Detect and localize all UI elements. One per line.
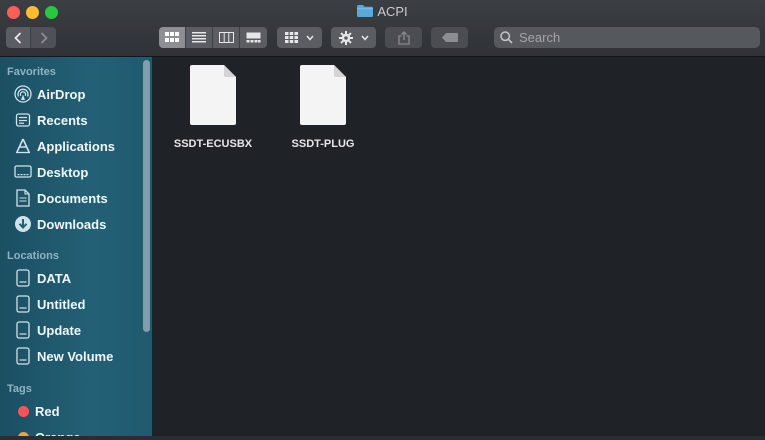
desktop-icon xyxy=(14,163,32,181)
sidebar-item-desktop[interactable]: Desktop xyxy=(14,161,142,183)
file-item[interactable]: SSDT-PLUG xyxy=(268,65,378,150)
toolbar: ACPI xyxy=(0,0,765,57)
sidebar: Favorites AirDrop Recents Applications D… xyxy=(0,57,153,440)
search-icon xyxy=(500,31,513,44)
sidebar-item-label: Applications xyxy=(37,138,116,154)
columns-icon xyxy=(218,32,234,43)
disk-icon xyxy=(14,321,32,339)
window-title: ACPI xyxy=(0,3,765,21)
tag-icon xyxy=(441,33,458,42)
disk-icon xyxy=(14,347,32,365)
chevron-down-icon xyxy=(360,35,369,41)
sidebar-item-documents[interactable]: Documents xyxy=(14,187,142,209)
edit-tags-button[interactable] xyxy=(431,27,468,48)
share-icon xyxy=(397,30,410,45)
sidebar-item-downloads[interactable]: Downloads xyxy=(14,213,142,235)
sidebar-item-label: DATA xyxy=(37,270,72,286)
group-by-button[interactable] xyxy=(277,27,322,48)
downloads-icon xyxy=(14,215,32,233)
view-mode-group xyxy=(159,27,267,48)
sidebar-item-label: Update xyxy=(37,322,82,338)
sidebar-item-label: Red xyxy=(35,403,60,419)
gallery-icon xyxy=(246,32,261,43)
sidebar-item-applications[interactable]: Applications xyxy=(14,135,142,157)
file-name: SSDT-ECUSBX xyxy=(173,138,253,150)
recents-icon xyxy=(14,111,32,129)
document-icon xyxy=(300,65,346,125)
window-bottom-edge xyxy=(0,436,765,440)
finder-window: ACPI Search Favorites AirDrop Recents Ap… xyxy=(0,0,765,440)
back-button[interactable] xyxy=(6,27,31,48)
sidebar-item-untitled[interactable]: Untitled xyxy=(14,293,142,315)
document-icon xyxy=(190,65,236,125)
search-field[interactable] xyxy=(494,27,760,48)
list-view-button[interactable] xyxy=(186,27,213,48)
applications-icon xyxy=(14,137,32,155)
sidebar-item-label: AirDrop xyxy=(37,86,86,102)
sidebar-item-label: Downloads xyxy=(37,216,107,232)
sidebar-item-airdrop[interactable]: AirDrop xyxy=(14,83,142,105)
sidebar-item-label: New Volume xyxy=(37,348,114,364)
gear-icon xyxy=(338,30,353,45)
sidebar-item-label: Desktop xyxy=(37,164,89,180)
chevron-down-icon xyxy=(306,35,314,41)
airdrop-icon xyxy=(14,85,32,103)
back-forward-group xyxy=(6,27,56,48)
list-icon xyxy=(192,32,206,43)
documents-icon xyxy=(14,189,32,207)
sidebar-item-label: Untitled xyxy=(37,296,86,312)
share-button[interactable] xyxy=(385,27,422,48)
file-browser-content: SSDT-ECUSBX SSDT-PLUG xyxy=(154,57,765,440)
sidebar-header-locations: Locations xyxy=(7,250,59,262)
icon-view-button[interactable] xyxy=(159,27,186,48)
sidebar-item-data[interactable]: DATA xyxy=(14,267,142,289)
sidebar-scrollbar[interactable] xyxy=(143,60,150,332)
column-view-button[interactable] xyxy=(213,27,240,48)
disk-icon xyxy=(14,269,32,287)
file-name: SSDT-PLUG xyxy=(291,138,355,150)
group-grid-icon xyxy=(285,32,298,43)
sidebar-item-update[interactable]: Update xyxy=(14,319,142,341)
sidebar-item-new-volume[interactable]: New Volume xyxy=(14,345,142,367)
gallery-view-button[interactable] xyxy=(240,27,267,48)
sidebar-item-label: Documents xyxy=(37,190,108,206)
icon-grid-icon xyxy=(165,32,179,42)
sidebar-item-tag-red[interactable]: Red xyxy=(14,400,142,422)
sidebar-header-favorites: Favorites xyxy=(7,66,56,78)
action-menu-button[interactable] xyxy=(331,27,376,48)
chevron-left-icon xyxy=(14,31,22,44)
search-input[interactable] xyxy=(519,30,739,45)
red-tag-icon xyxy=(18,405,29,417)
window-title-text: ACPI xyxy=(377,4,408,19)
sidebar-header-tags: Tags xyxy=(7,383,32,395)
chevron-right-icon xyxy=(40,31,48,44)
sidebar-item-label: Recents xyxy=(37,112,88,128)
forward-button[interactable] xyxy=(31,27,56,48)
file-item[interactable]: SSDT-ECUSBX xyxy=(158,65,268,150)
sidebar-item-recents[interactable]: Recents xyxy=(14,109,142,131)
folder-icon xyxy=(357,5,374,17)
disk-icon xyxy=(14,295,32,313)
